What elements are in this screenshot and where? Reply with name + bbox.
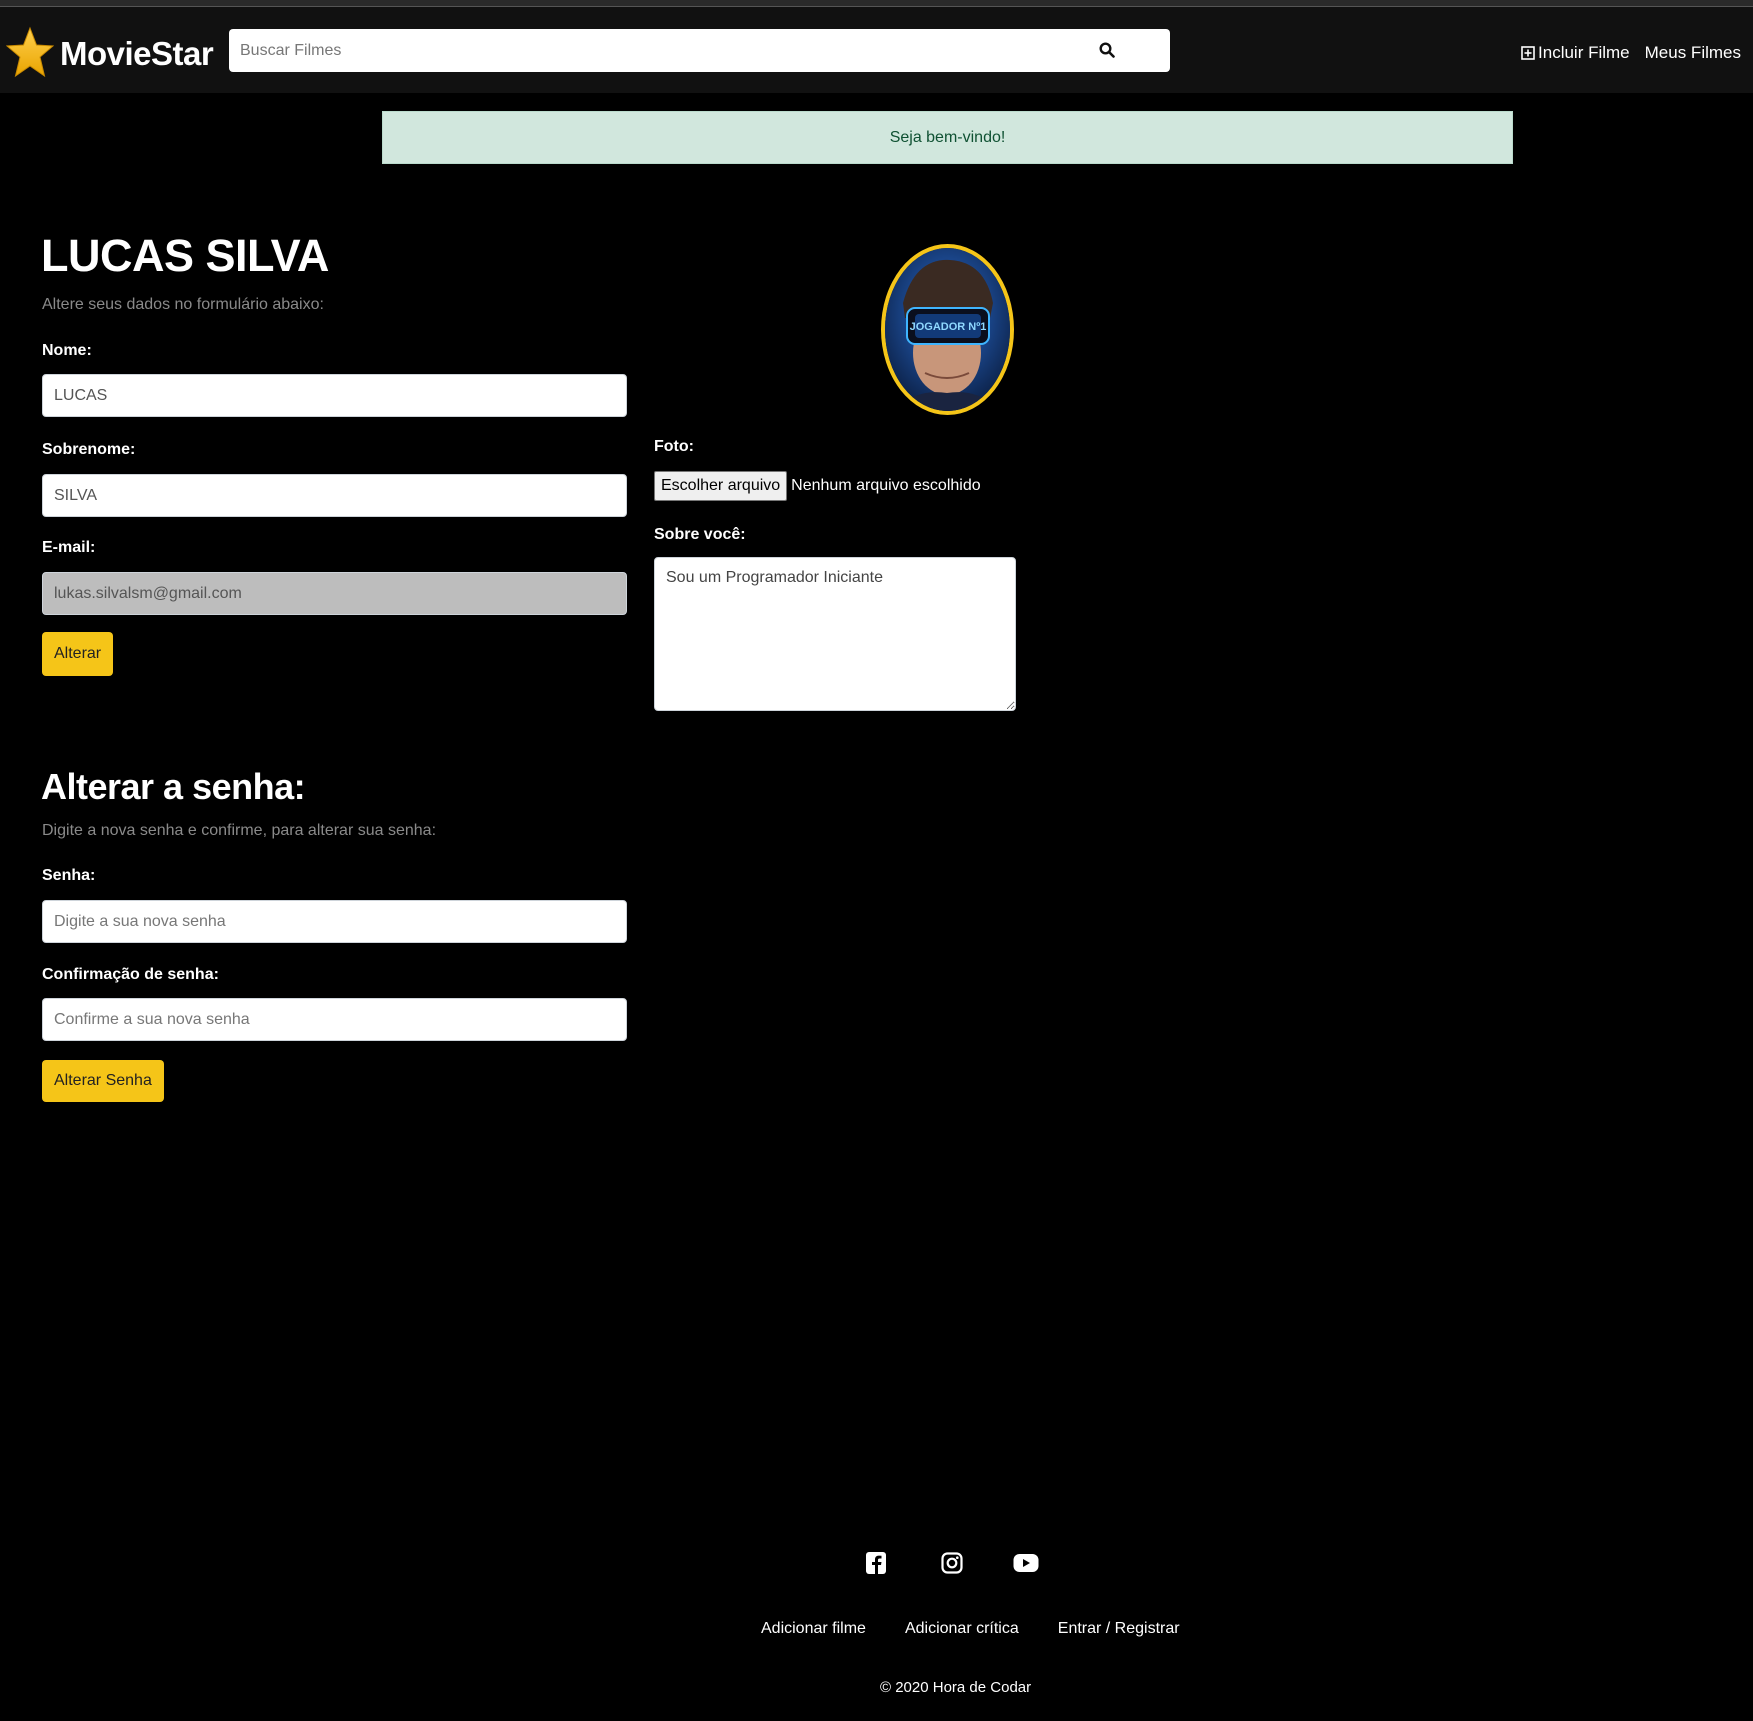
lastname-label: Sobrenome: — [42, 441, 136, 458]
password-label: Senha: — [42, 867, 96, 884]
welcome-alert: Seja bem-vindo! — [382, 111, 1513, 164]
facebook-link[interactable] — [863, 1550, 889, 1576]
footer-links: Adicionar filme Adicionar crítica Entrar… — [761, 1620, 1219, 1638]
about-label: Sobre você: — [654, 526, 746, 543]
file-status: Nenhum arquivo escolhido — [791, 477, 981, 494]
password-field[interactable] — [42, 900, 627, 943]
facebook-icon — [866, 1552, 886, 1574]
password-title: Alterar a senha: — [41, 766, 306, 807]
about-textarea[interactable]: Sou um Programador Iniciante — [654, 557, 1016, 711]
nav-link-incluir-filme[interactable]: Incluir Filme — [1521, 43, 1630, 63]
password-subtitle: Digite a nova senha e confirme, para alt… — [42, 822, 437, 839]
email-field — [42, 572, 627, 615]
copyright: © 2020 Hora de Codar — [880, 1679, 1032, 1696]
avatar-visor-text: JOGADOR Nº1 — [910, 321, 987, 333]
nav-links: Incluir Filme Meus Filmes — [1506, 43, 1741, 63]
email-label: E-mail: — [42, 539, 96, 556]
file-input: Escolher arquivo Nenhum arquivo escolhid… — [654, 471, 981, 501]
search-button[interactable] — [1094, 37, 1120, 63]
nav-link-label: Meus Filmes — [1644, 43, 1741, 62]
name-label: Nome: — [42, 342, 92, 359]
lastname-field[interactable] — [42, 474, 627, 517]
instagram-icon — [941, 1552, 963, 1574]
nav-link-label: Incluir Filme — [1538, 43, 1630, 62]
name-field[interactable] — [42, 374, 627, 417]
navbar: MovieStar Incluir Filme Meus Filmes — [0, 7, 1753, 93]
footer-link-login-register[interactable]: Entrar / Registrar — [1058, 1620, 1180, 1638]
choose-file-button[interactable]: Escolher arquivo — [654, 471, 788, 501]
brand-logo-link[interactable]: MovieStar — [6, 24, 214, 84]
footer-link-add-movie[interactable]: Adicionar filme — [761, 1620, 866, 1638]
instagram-link[interactable] — [939, 1550, 965, 1576]
avatar: JOGADOR Nº1 — [881, 244, 1014, 415]
confirm-password-field[interactable] — [42, 998, 627, 1041]
star-logo-icon — [6, 26, 54, 78]
youtube-link[interactable] — [1013, 1550, 1039, 1576]
profile-subtitle: Altere seus dados no formulário abaixo: — [42, 296, 324, 313]
brand-name: MovieStar — [60, 35, 214, 72]
youtube-icon — [1013, 1554, 1039, 1572]
confirm-password-label: Confirmação de senha: — [42, 966, 219, 983]
search-input[interactable] — [229, 29, 1109, 72]
footer-link-add-review[interactable]: Adicionar crítica — [905, 1620, 1019, 1638]
window-top-edge — [0, 0, 1753, 7]
nav-link-meus-filmes[interactable]: Meus Filmes — [1645, 43, 1741, 63]
profile-title: LUCAS SILVA — [41, 230, 329, 281]
plus-square-icon — [1521, 46, 1535, 60]
search-bar — [229, 29, 1170, 72]
photo-label: Foto: — [654, 438, 694, 455]
update-profile-button[interactable]: Alterar — [42, 632, 114, 676]
search-icon — [1099, 42, 1115, 58]
change-password-button[interactable]: Alterar Senha — [42, 1060, 164, 1102]
avatar-image: JOGADOR Nº1 — [885, 248, 1010, 411]
